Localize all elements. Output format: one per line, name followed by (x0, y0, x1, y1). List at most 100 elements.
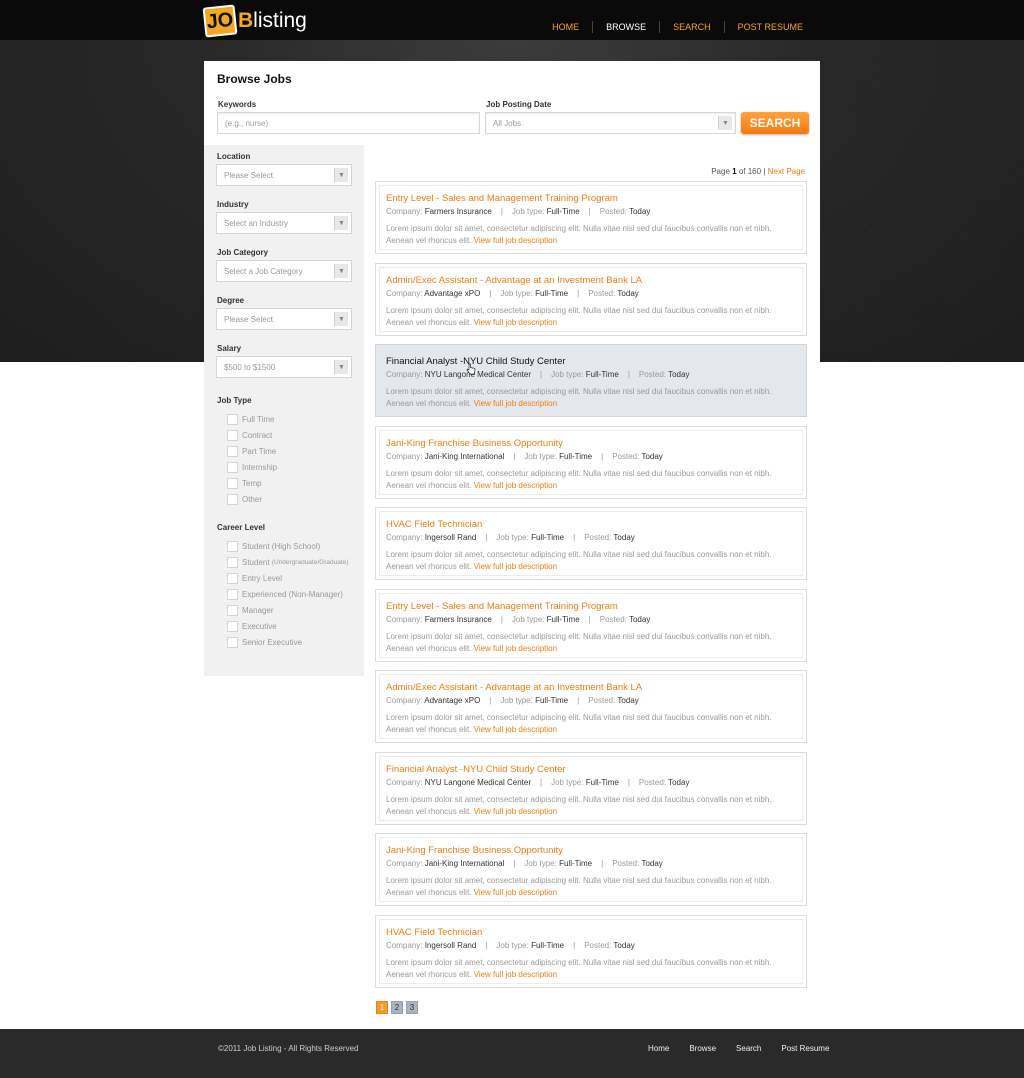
company-value: Jani-King International (424, 859, 505, 868)
page-button[interactable]: 1 (376, 1001, 388, 1014)
posted-value: Today (617, 289, 639, 298)
checkbox[interactable] (227, 589, 238, 600)
footer-link-home[interactable]: Home (648, 1044, 669, 1053)
job-type-option[interactable]: Internship (227, 462, 277, 473)
job-title-link[interactable]: Jani-King Franchise Business Opportunity (386, 438, 563, 449)
company-label: Company: (386, 207, 423, 216)
pagination: 1 2 3 (376, 1001, 418, 1014)
view-full-description-link[interactable]: View full job description (474, 562, 557, 571)
footer-link-post-resume[interactable]: Post Resume (781, 1044, 829, 1053)
job-title-link[interactable]: HVAC Field Technician (386, 927, 482, 938)
job-title-link[interactable]: Jani-King Franchise Business Opportunity (386, 845, 563, 856)
page-button[interactable]: 2 (391, 1001, 403, 1014)
job-card[interactable]: Jani-King Franchise Business Opportunity… (375, 426, 807, 499)
job-title-link[interactable]: Entry Level - Sales and Management Train… (386, 601, 618, 612)
meta-separator: | (573, 533, 576, 542)
footer-link-search[interactable]: Search (736, 1044, 761, 1053)
career-level-option[interactable]: Entry Level (227, 573, 282, 584)
job-card[interactable]: Financial Analyst -NYU Child Study Cente… (375, 344, 807, 417)
posting-date-select[interactable]: All Jobs ▼ (485, 112, 736, 134)
career-level-option[interactable]: Executive (227, 621, 277, 632)
job-card[interactable]: HVAC Field Technician Company: Ingersoll … (375, 915, 807, 988)
page-button[interactable]: 3 (406, 1001, 418, 1014)
nav-post-resume[interactable]: POST RESUME (723, 21, 816, 33)
view-full-description-link[interactable]: View full job description (474, 725, 557, 734)
job-type-option[interactable]: Contract (227, 430, 272, 441)
checkbox[interactable] (227, 462, 238, 473)
nav-home[interactable]: HOME (539, 21, 592, 33)
site-logo[interactable]: JO Blisting (202, 4, 307, 38)
job-category-label: Job Category (217, 248, 269, 257)
job-card[interactable]: Jani-King Franchise Business Opportunity… (375, 833, 807, 906)
industry-select[interactable]: Select an Industry ▼ (216, 212, 352, 234)
career-level-option[interactable]: Student (Undergraduate/Graduate) (227, 557, 348, 568)
job-title-link[interactable]: Admin/Exec Assistant - Advantage at an I… (386, 275, 642, 286)
degree-select[interactable]: Please Select ▼ (216, 308, 352, 330)
career-level-option[interactable]: Experienced (Non-Manager) (227, 589, 343, 600)
job-title-link[interactable]: Admin/Exec Assistant - Advantage at an I… (386, 682, 642, 693)
job-card[interactable]: Admin/Exec Assistant - Advantage at an I… (375, 263, 807, 336)
meta-separator: | (485, 533, 488, 542)
job-description-text: Lorem ipsum dolor sit amet, consectetur … (386, 469, 772, 490)
checkbox[interactable] (227, 557, 238, 568)
view-full-description-link[interactable]: View full job description (474, 399, 557, 408)
checkbox[interactable] (227, 446, 238, 457)
job-card[interactable]: Financial Analyst -NYU Child Study Cente… (375, 752, 807, 825)
job-category-select[interactable]: Select a Job Category ▼ (216, 260, 352, 282)
checkbox[interactable] (227, 478, 238, 489)
job-title-link[interactable]: Entry Level - Sales and Management Train… (386, 193, 618, 204)
career-level-option[interactable]: Manager (227, 605, 274, 616)
checkbox[interactable] (227, 430, 238, 441)
meta-separator: | (489, 289, 492, 298)
view-full-description-link[interactable]: View full job description (474, 481, 557, 490)
job-title-link[interactable]: HVAC Field Technician (386, 519, 482, 530)
view-full-description-link[interactable]: View full job description (474, 888, 557, 897)
job-type-value: Full-Time (546, 615, 580, 624)
checkbox[interactable] (227, 637, 238, 648)
job-type-option[interactable]: Part Time (227, 446, 276, 457)
footer-link-browse[interactable]: Browse (689, 1044, 716, 1053)
company-value: Ingersoll Rand (424, 533, 477, 542)
location-select[interactable]: Please Select ▼ (216, 164, 352, 186)
nav-browse[interactable]: BROWSE (592, 21, 659, 33)
job-card[interactable]: Entry Level - Sales and Management Train… (375, 181, 807, 254)
checkbox[interactable] (227, 573, 238, 584)
next-page-link[interactable]: Next Page (768, 167, 805, 176)
career-level-option[interactable]: Student (High School) (227, 541, 320, 552)
career-level-label-text: Student (High School) (242, 542, 321, 551)
view-full-description-link[interactable]: View full job description (474, 970, 557, 979)
salary-select[interactable]: $500 to $1500 ▼ (216, 356, 352, 378)
job-type-option[interactable]: Full Time (227, 414, 274, 425)
view-full-description-link[interactable]: View full job description (474, 236, 557, 245)
job-card[interactable]: Admin/Exec Assistant - Advantage at an I… (375, 670, 807, 743)
job-title-link[interactable]: Financial Analyst -NYU Child Study Cente… (386, 764, 566, 775)
posted-value: Today (668, 778, 690, 787)
job-description-text: Lorem ipsum dolor sit amet, consectetur … (386, 713, 772, 734)
career-level-option[interactable]: Senior Executive (227, 637, 302, 648)
job-type-option[interactable]: Temp (227, 478, 262, 489)
job-type-option[interactable]: Other (227, 494, 262, 505)
checkbox[interactable] (227, 494, 238, 505)
meta-separator: | (513, 859, 516, 868)
checkbox[interactable] (227, 621, 238, 632)
posted-label: Posted: (588, 289, 616, 298)
view-full-description-link[interactable]: View full job description (474, 318, 557, 327)
checkbox[interactable] (227, 414, 238, 425)
job-card[interactable]: HVAC Field Technician Company: Ingersoll … (375, 507, 807, 580)
hand-pointer-icon (466, 363, 476, 375)
keywords-input[interactable]: (e.g., nurse) (217, 112, 480, 134)
job-meta: Company: Jani-King International | Job typ… (386, 859, 663, 868)
checkbox[interactable] (227, 605, 238, 616)
view-full-description-link[interactable]: View full job description (474, 807, 557, 816)
meta-separator: | (577, 696, 580, 705)
checkbox[interactable] (227, 541, 238, 552)
nav-search[interactable]: SEARCH (659, 21, 724, 33)
keywords-label: Keywords (218, 100, 257, 109)
job-card[interactable]: Entry Level - Sales and Management Train… (375, 589, 807, 662)
posted-value: Today (617, 696, 639, 705)
meta-separator: | (577, 289, 580, 298)
salary-value: $500 to $1500 (224, 362, 276, 372)
job-description: Lorem ipsum dolor sit amet, consectetur … (386, 549, 798, 573)
search-button[interactable]: SEARCH (741, 112, 809, 134)
view-full-description-link[interactable]: View full job description (474, 644, 557, 653)
